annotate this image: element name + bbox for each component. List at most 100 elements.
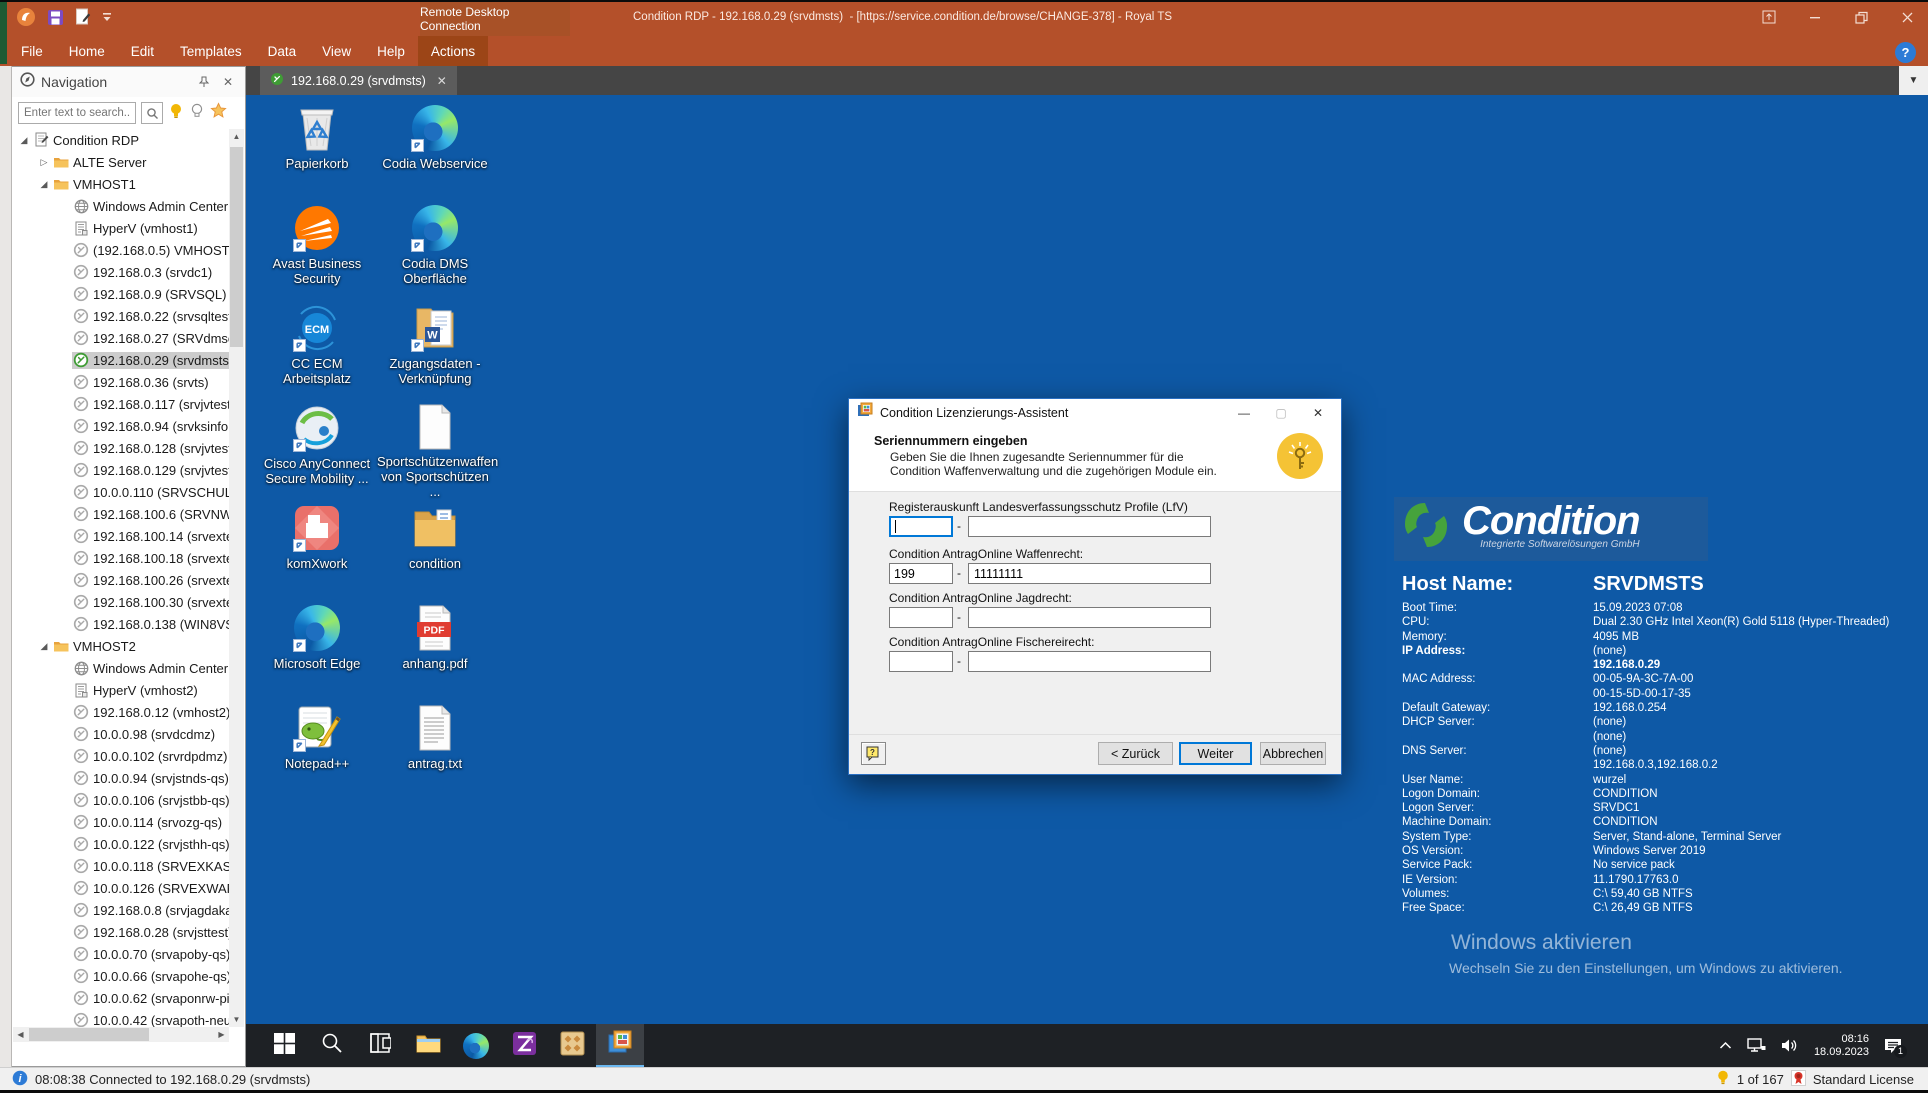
taskbar-app-diamonds-button[interactable] <box>548 1024 596 1067</box>
close-panel-icon[interactable]: ✕ <box>219 73 237 91</box>
tree-item[interactable]: 10.0.0.66 (srvapohe-qs) <box>12 965 229 987</box>
tree-horizontal-scrollbar[interactable]: ◀ ▶ <box>13 1027 229 1042</box>
edit-document-icon[interactable] <box>75 8 91 26</box>
taskbar-search-button[interactable] <box>308 1024 356 1067</box>
tree-item[interactable]: Windows Admin Center VM <box>12 195 229 217</box>
menu-item-home[interactable]: Home <box>56 36 118 66</box>
tree-item[interactable]: 192.168.0.28 (srvjsttest) <box>12 921 229 943</box>
menu-item-view[interactable]: View <box>309 36 364 66</box>
desktop-icon[interactable]: antrag.txt <box>376 699 494 799</box>
tree-item[interactable]: 192.168.0.22 (srvsqltest) <box>12 305 229 327</box>
taskbar-file-explorer-button[interactable] <box>404 1024 452 1067</box>
close-icon[interactable] <box>1896 6 1918 28</box>
desktop-icon[interactable]: ECMCC ECM Arbeitsplatz <box>258 299 376 399</box>
expander-collapsed-icon[interactable]: ▷ <box>36 157 52 168</box>
desktop-icon[interactable]: Sportschützenwaffen von Sportschützen ..… <box>376 399 494 499</box>
cancel-button[interactable]: Abbrechen <box>1260 742 1326 765</box>
tree-item[interactable]: 10.0.0.110 (SRVSCHULUNG) <box>12 481 229 503</box>
expander-expanded-icon[interactable]: ◢ <box>36 179 52 190</box>
tree-item[interactable]: ◢VMHOST1 <box>12 173 229 195</box>
qat-customize-icon[interactable] <box>102 12 112 22</box>
desktop-icon[interactable]: Papierkorb <box>258 99 376 199</box>
back-button[interactable]: < Zurück <box>1098 742 1173 765</box>
serial-number-input[interactable] <box>968 607 1211 628</box>
tree-item[interactable]: 192.168.0.29 (srvdmsts) <box>12 349 229 371</box>
desktop-icon[interactable]: Codia DMS Oberfläche <box>376 199 494 299</box>
menu-item-templates[interactable]: Templates <box>167 36 255 66</box>
tree-item[interactable]: ◢Condition RDP <box>12 129 229 151</box>
tree-item[interactable]: 192.168.0.128 (srvjvtestprod) <box>12 437 229 459</box>
desktop-icon[interactable]: PDFanhang.pdf <box>376 599 494 699</box>
speaker-icon[interactable] <box>1781 1038 1799 1053</box>
dialog-help-button[interactable]: ? <box>861 742 886 765</box>
serial-number-input[interactable] <box>968 651 1211 672</box>
tree-item[interactable]: 10.0.0.98 (srvdcdmz) <box>12 723 229 745</box>
network-icon[interactable] <box>1747 1038 1766 1053</box>
serial-prefix-input[interactable] <box>889 607 953 628</box>
tree-item[interactable]: 192.168.0.117 (srvjvtestdev) <box>12 393 229 415</box>
tree-item[interactable]: 192.168.0.138 (WIN8VSC) <box>12 613 229 635</box>
tree-item[interactable]: (192.168.0.5) VMHOST1 <box>12 239 229 261</box>
session-tab[interactable]: 192.168.0.29 (srvdmsts) ✕ <box>260 66 457 95</box>
tree-item[interactable]: 192.168.100.6 (SRVNWRFL) <box>12 503 229 525</box>
collapse-ribbon-icon[interactable] <box>1758 6 1780 28</box>
scroll-down-icon[interactable]: ▼ <box>229 1012 244 1027</box>
tree-item[interactable]: HyperV (vmhost2) <box>12 679 229 701</box>
tree-item[interactable]: 192.168.100.14 (srvextest01) <box>12 525 229 547</box>
horizontal-scroll-thumb[interactable] <box>29 1028 149 1041</box>
serial-number-input[interactable] <box>968 516 1211 537</box>
menu-item-edit[interactable]: Edit <box>118 36 167 66</box>
taskbar-start-button[interactable] <box>260 1024 308 1067</box>
tree-item[interactable]: HyperV (vmhost1) <box>12 217 229 239</box>
tree-item[interactable]: 192.168.100.18 (srvextest02) <box>12 547 229 569</box>
tree-item[interactable]: 10.0.0.42 (srvapoth-neu) <box>12 1009 229 1027</box>
vertical-scroll-thumb[interactable] <box>230 147 243 347</box>
tree-item[interactable]: 10.0.0.122 (srvjsthh-qs) <box>12 833 229 855</box>
tree-item[interactable]: 10.0.0.70 (srvapoby-qs) <box>12 943 229 965</box>
taskbar-app-z-button[interactable] <box>500 1024 548 1067</box>
tree-item[interactable]: 192.168.100.26 (srvextest05) <box>12 569 229 591</box>
desktop-icon[interactable]: Microsoft Edge <box>258 599 376 699</box>
taskbar-task-view-button[interactable] <box>356 1024 404 1067</box>
desktop-icon[interactable]: Codia Webservice <box>376 99 494 199</box>
next-button[interactable]: Weiter <box>1179 742 1252 765</box>
expander-expanded-icon[interactable]: ◢ <box>16 135 32 146</box>
tree-item[interactable]: 192.168.0.94 (srvksinfoma2) <box>12 415 229 437</box>
dialog-title-bar[interactable]: Condition Lizenzierungs-Assistent — ▢ ✕ <box>849 399 1341 426</box>
search-icon[interactable] <box>141 102 163 124</box>
tree-item[interactable]: 10.0.0.94 (srvjstnds-qs) <box>12 767 229 789</box>
desktop-icon[interactable]: WZugangsdaten - Verknüpfung <box>376 299 494 399</box>
tree-item[interactable]: 10.0.0.126 (SRVEXWAFFE) <box>12 877 229 899</box>
tree-item[interactable]: 10.0.0.114 (srvozg-qs) <box>12 811 229 833</box>
scroll-up-icon[interactable]: ▲ <box>229 129 244 144</box>
tree-item[interactable]: 192.168.0.27 (SRVdmsenaio) <box>12 327 229 349</box>
expander-expanded-icon[interactable]: ◢ <box>36 641 52 652</box>
menu-item-data[interactable]: Data <box>255 36 310 66</box>
tree-item[interactable]: 192.168.100.30 (srvextest06) <box>12 591 229 613</box>
serial-prefix-input[interactable] <box>889 516 953 537</box>
menu-item-actions[interactable]: Actions <box>418 36 488 66</box>
tree-item[interactable]: 192.168.0.12 (vmhost2) <box>12 701 229 723</box>
tab-overflow-icon[interactable]: ▼ <box>1899 66 1928 95</box>
desktop-icon[interactable]: komXwork <box>258 499 376 599</box>
tree-item[interactable]: 10.0.0.102 (srvrdpdmz) <box>12 745 229 767</box>
scroll-left-icon[interactable]: ◀ <box>13 1027 28 1042</box>
menu-item-help[interactable]: Help <box>364 36 418 66</box>
tree-item[interactable]: 192.168.0.129 (srvjvtestprod) <box>12 459 229 481</box>
dialog-close-icon[interactable]: ✕ <box>1303 403 1333 423</box>
save-icon[interactable] <box>47 9 64 26</box>
pin-icon[interactable] <box>195 73 213 91</box>
serial-number-input[interactable]: 11111111 <box>968 563 1211 584</box>
desktop-icon[interactable]: condition <box>376 499 494 599</box>
serial-prefix-input[interactable]: 199 <box>889 563 953 584</box>
tree-item[interactable]: 192.168.0.36 (srvts) <box>12 371 229 393</box>
search-input[interactable] <box>18 102 136 124</box>
bulb-outline-icon[interactable] <box>189 102 205 125</box>
tree-item[interactable]: 192.168.0.3 (srvdc1) <box>12 261 229 283</box>
tree-item[interactable]: Windows Admin Center VM <box>12 657 229 679</box>
tree-vertical-scrollbar[interactable]: ▲ ▼ <box>229 129 244 1027</box>
star-icon[interactable] <box>210 102 227 124</box>
minimize-icon[interactable] <box>1804 6 1826 28</box>
action-center-icon[interactable]: 1 <box>1884 1038 1902 1054</box>
taskbar-wizard-app-button[interactable] <box>596 1024 644 1067</box>
